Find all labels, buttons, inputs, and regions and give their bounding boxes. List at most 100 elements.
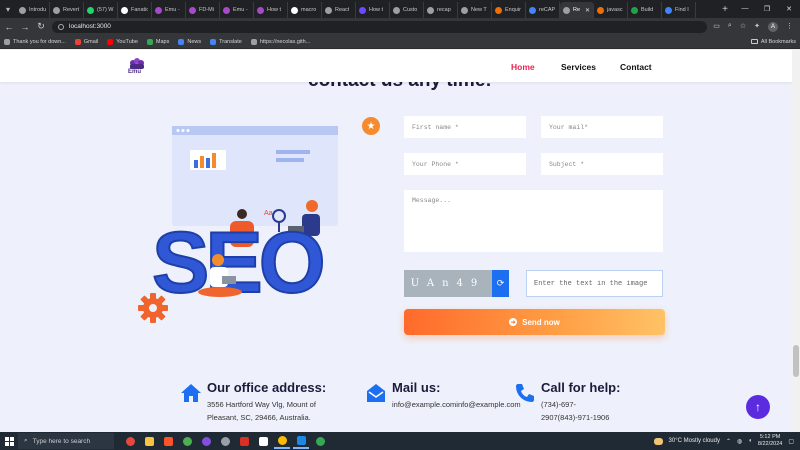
bookmark-label: https://necolas.gith... — [259, 38, 311, 45]
taskbar-chrome-2-icon[interactable] — [312, 433, 328, 449]
taskbar-github-icon[interactable] — [198, 433, 214, 449]
browser-menu-icon[interactable]: ⋮ — [786, 22, 793, 32]
browser-tab[interactable]: Enquir — [492, 2, 526, 18]
network-icon[interactable]: ◍ — [737, 438, 742, 445]
bookmark-item[interactable]: Translate — [210, 38, 242, 45]
send-now-label: Send now — [522, 317, 560, 327]
tab-favicon-icon — [495, 6, 502, 14]
tab-list: Introdu Revert (57) W Fanatic Emu - FD-Mi Emu … — [16, 0, 716, 18]
reload-icon[interactable]: ↻ — [36, 21, 46, 32]
bookmark-item[interactable]: News — [178, 38, 201, 45]
bookmark-label: YouTube — [116, 38, 138, 45]
subject-input[interactable] — [541, 153, 663, 175]
scrollbar-thumb[interactable] — [793, 345, 799, 377]
refresh-icon: ⟳ — [496, 278, 505, 288]
phone-numbers[interactable]: (734)-697- 2907(843)-971-1906 — [541, 399, 609, 424]
browser-tab[interactable]: Introdu — [16, 2, 50, 18]
browser-tab[interactable]: reCAP — [526, 2, 560, 18]
taskbar-search[interactable]: ⌕ Type here to search — [18, 433, 114, 449]
browser-tab[interactable]: Find I — [662, 2, 696, 18]
bookmark-item[interactable]: YouTube — [107, 38, 138, 45]
browser-tab[interactable]: How t — [254, 2, 288, 18]
tab-favicon-icon — [19, 6, 26, 14]
close-window-icon[interactable]: ✕ — [778, 5, 800, 13]
maximize-icon[interactable]: ❐ — [756, 5, 778, 13]
cast-icon[interactable]: ▭ — [713, 22, 720, 32]
site-info-icon[interactable] — [58, 23, 64, 30]
browser-tab[interactable]: javasc — [594, 2, 628, 18]
start-button[interactable] — [0, 432, 18, 450]
first-name-input[interactable] — [404, 116, 526, 138]
browser-toolbar: ▭ ⌕ ☆ ✦ A ⋮ — [713, 21, 793, 32]
browser-tab[interactable]: How t — [356, 2, 390, 18]
extensions-icon[interactable]: ✦ — [754, 22, 760, 32]
taskbar-explorer-icon[interactable] — [141, 433, 157, 449]
tab-close-icon[interactable]: ✕ — [585, 7, 590, 14]
bookmark-item[interactable]: https://necolas.gith... — [250, 38, 311, 45]
taskbar-app-icon[interactable] — [236, 433, 252, 449]
browser-tab[interactable]: (57) W — [84, 2, 118, 18]
taskbar-notes-icon[interactable] — [255, 433, 271, 449]
taskbar-settings-icon[interactable] — [217, 433, 233, 449]
clock[interactable]: 5:12 PM 8/22/2024 — [758, 434, 782, 448]
phone-input[interactable] — [404, 153, 526, 175]
mail-address[interactable]: info@example.cominfo@example.com — [392, 399, 521, 412]
browser-tab[interactable]: FD-Mi — [186, 2, 220, 18]
windows-taskbar: ⌕ Type here to search 30°C Mostly cloudy… — [0, 432, 800, 450]
email-input[interactable] — [541, 116, 663, 138]
taskbar-vscode-icon[interactable] — [293, 433, 309, 449]
zoom-icon[interactable]: ⌕ — [728, 22, 732, 32]
captcha-refresh-button[interactable]: ⟳ — [492, 270, 509, 297]
bookmark-item[interactable]: Thank you for down... — [4, 38, 66, 45]
forward-icon[interactable]: → — [20, 22, 30, 32]
taskbar-cortana-icon[interactable] — [122, 433, 138, 449]
bookmark-item[interactable]: Maps — [146, 38, 170, 45]
captcha-input[interactable] — [526, 270, 663, 297]
weather-text[interactable]: 30°C Mostly cloudy — [669, 438, 720, 444]
browser-tab[interactable]: Emu - — [152, 2, 186, 18]
message-textarea[interactable] — [404, 190, 663, 252]
browser-tab[interactable]: Re ✕ — [560, 2, 594, 18]
profile-avatar[interactable]: A — [768, 21, 778, 32]
send-now-button[interactable]: ➜ Send now — [404, 309, 665, 335]
browser-tab[interactable]: React — [322, 2, 356, 18]
notification-icon[interactable]: ▢ — [788, 438, 794, 445]
bookmark-icon — [178, 38, 185, 45]
bookmark-icon — [146, 38, 153, 45]
bookmark-star-icon[interactable]: ☆ — [740, 22, 746, 32]
back-icon[interactable]: ← — [4, 22, 14, 32]
browser-tab[interactable]: Emu - — [220, 2, 254, 18]
browser-tab[interactable]: Custo — [390, 2, 424, 18]
bookmark-label: Maps — [155, 38, 170, 45]
taskbar-brave-icon[interactable] — [160, 433, 176, 449]
nav-contact-link[interactable]: Contact — [620, 62, 652, 72]
bookmark-item[interactable]: Gmail — [74, 38, 98, 45]
browser-tab[interactable]: macro — [288, 2, 322, 18]
arrow-up-icon: ↑ — [755, 400, 761, 414]
brand-name[interactable]: Emu — [128, 69, 141, 75]
office-address-line1: 3556 Hartford Way Vlg, Mount of — [207, 400, 316, 409]
browser-tab[interactable]: Revert — [50, 2, 84, 18]
clock-time: 5:12 PM — [759, 434, 781, 440]
browser-tab[interactable]: recap — [424, 2, 458, 18]
bookmarks-bar: Thank you for down... Gmail YouTube Maps New… — [0, 35, 800, 49]
scroll-to-top-button[interactable]: ↑ — [746, 395, 770, 419]
taskbar-chrome-active-icon[interactable] — [274, 433, 290, 449]
tray-arrow-icon[interactable]: ⌃ — [726, 438, 731, 445]
new-tab-button[interactable]: + — [716, 4, 734, 15]
browser-tab[interactable]: Build — [628, 2, 662, 18]
nav-services-link[interactable]: Services — [561, 62, 596, 72]
taskbar-chrome-icon[interactable] — [179, 433, 195, 449]
tab-title: Emu - — [233, 7, 248, 13]
tab-title: Emu - — [165, 7, 180, 13]
volume-icon[interactable]: ◖ — [748, 438, 752, 444]
clock-date: 8/22/2024 — [757, 441, 783, 447]
tab-search-icon[interactable]: ▾ — [0, 0, 16, 18]
minimize-icon[interactable]: — — [734, 5, 756, 13]
browser-tab[interactable]: Fanatic — [118, 2, 152, 18]
all-bookmarks-button[interactable]: All Bookmarks — [750, 39, 796, 45]
browser-tab[interactable]: New T — [458, 2, 492, 18]
nav-home-link[interactable]: Home — [511, 62, 535, 72]
url-field[interactable]: localhost:3000 — [52, 20, 708, 33]
bookmark-icon — [74, 38, 81, 45]
